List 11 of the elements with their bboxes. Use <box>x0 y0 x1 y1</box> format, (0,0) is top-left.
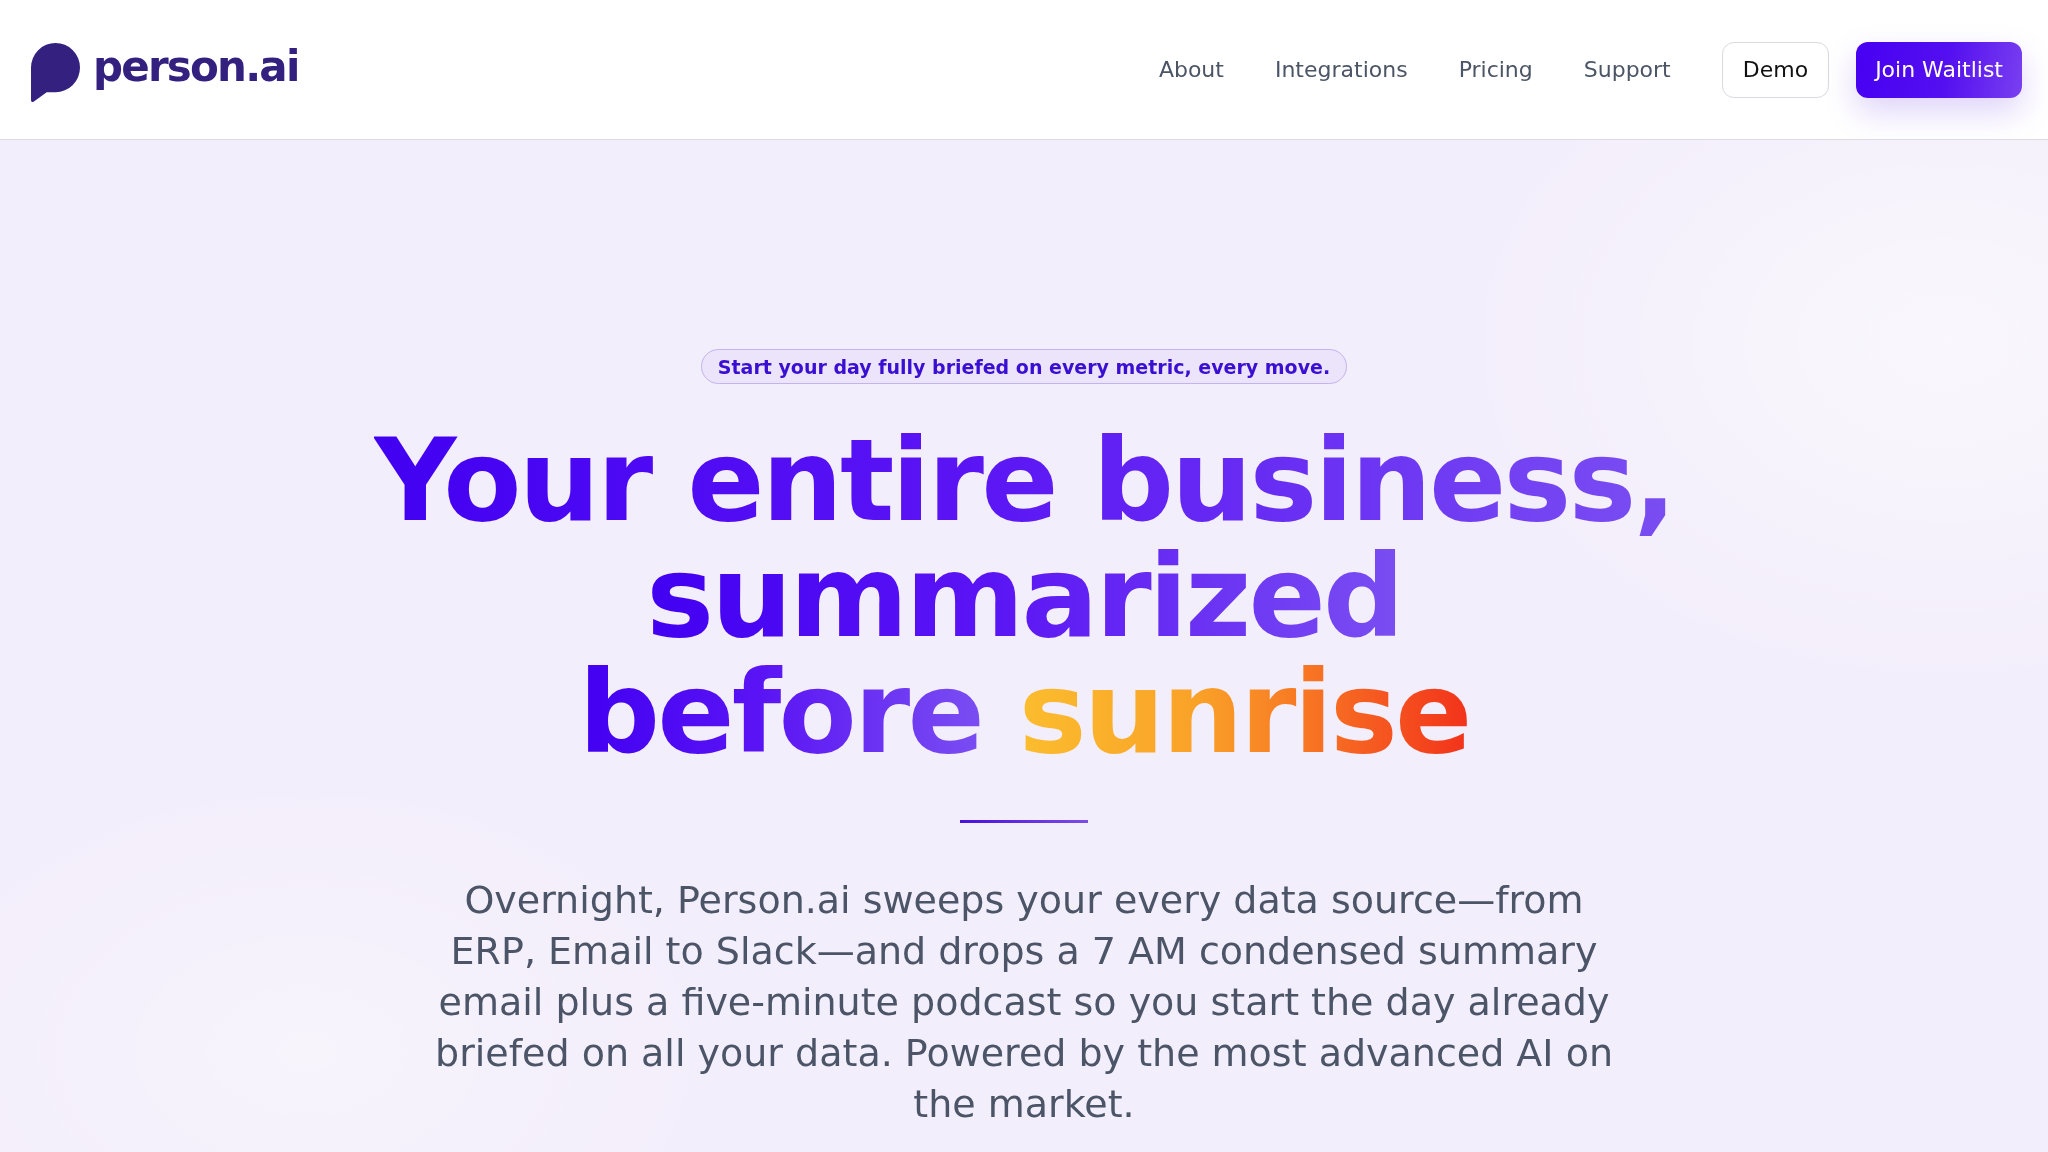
demo-button[interactable]: Demo <box>1721 41 1830 98</box>
logo-text[interactable]: person.ai <box>93 45 299 88</box>
hero-description: Overnight, Person.ai sweeps your every data source—from ERP, Email to Slack—and drops a 7 AM condensed summary email plus a five-minute podcast so you start the day already briefed on all your data. Powered by the most advanced AI on the market. <box>434 877 1614 1128</box>
nav-link[interactable]: Support <box>1583 58 1671 81</box>
tagline-badge: Start your day fully briefed on every metric, every move. <box>700 349 1348 384</box>
join-waitlist-button[interactable]: Join Waitlist <box>1856 41 2022 98</box>
nav-link[interactable]: About <box>1158 58 1224 81</box>
logo-icon[interactable] <box>31 43 80 102</box>
nav-link[interactable]: Pricing <box>1458 58 1533 81</box>
hero-headline: Your entire business, summarized before sunrise <box>373 423 1675 771</box>
nav-link[interactable]: Integrations <box>1274 58 1408 81</box>
